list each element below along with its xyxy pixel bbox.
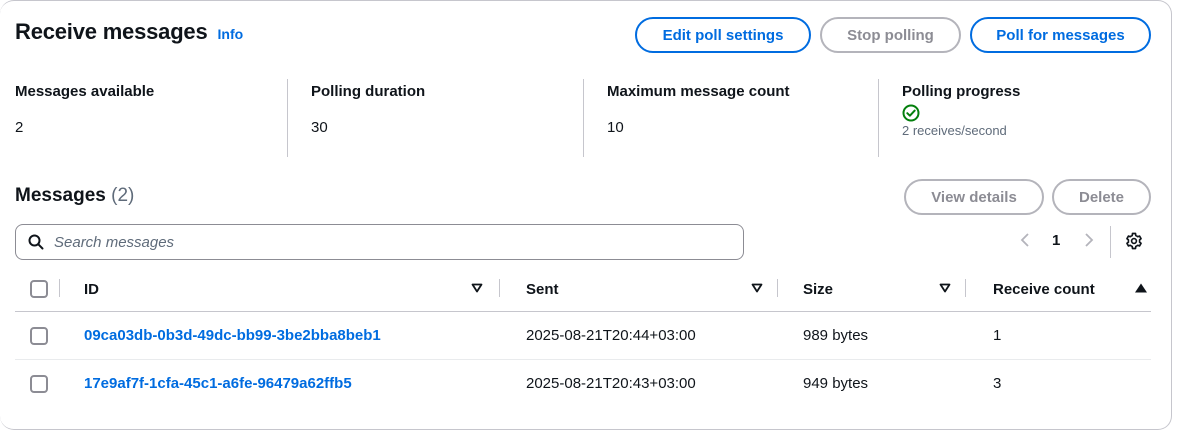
page-title: Receive messages (15, 19, 208, 44)
sent-cell: 2025-08-21T20:43+03:00 (526, 375, 696, 392)
message-id-cell: 09ca03db-0b3d-49dc-bb99-3be2bba8beb1 (83, 311, 525, 360)
stat-label: Polling progress (902, 83, 1021, 100)
chevron-left-icon[interactable] (1019, 232, 1031, 248)
pagination-divider (1110, 226, 1111, 258)
column-header-label: Sent (526, 280, 559, 298)
stat-polling-duration: Polling duration 30 (311, 79, 425, 157)
stat-divider (583, 79, 584, 157)
row-checkbox[interactable] (30, 326, 48, 345)
info-link[interactable]: Info (218, 26, 244, 42)
table-row[interactable]: 09ca03db-0b3d-49dc-bb99-3be2bba8beb1 202… (15, 311, 1151, 360)
column-header-label: Size (803, 280, 834, 298)
column-divider (59, 279, 60, 297)
receive-count-cell: 1 (992, 311, 1151, 360)
search-icon (28, 234, 44, 250)
delete-button[interactable]: Delete (1052, 179, 1151, 215)
header-select-cell (15, 267, 83, 312)
stat-divider (287, 79, 288, 157)
gear-icon[interactable] (1125, 232, 1143, 250)
polling-stats: Messages available 2 Polling duration 30… (0, 79, 1172, 157)
search-input[interactable] (52, 232, 706, 252)
size-cell: 989 bytes (802, 311, 992, 360)
stat-maximum-message-count: Maximum message count 10 (607, 79, 790, 157)
sort-down-icon[interactable] (751, 283, 763, 293)
stat-label: Polling duration (311, 83, 426, 100)
polling-progress-rate: 2 receives/second (902, 123, 1007, 138)
sent-cell: 2025-08-21T20:44+03:00 (525, 311, 802, 360)
messages-heading: Messages (2) (15, 185, 134, 207)
messages-table: ID Sent Size Receive count 09ca03db-0b3d… (15, 267, 1151, 407)
column-receive-count[interactable]: Receive count (992, 267, 1151, 312)
sort-up-icon[interactable] (1135, 283, 1147, 293)
row-select-cell (15, 360, 83, 408)
stat-value: 10 (607, 119, 624, 136)
row-select-cell (15, 311, 83, 360)
receive-count-cell: 3 (993, 375, 1002, 392)
column-sent[interactable]: Sent (525, 267, 802, 312)
column-size[interactable]: Size (802, 267, 992, 312)
row-checkbox[interactable] (30, 374, 48, 393)
select-all-checkbox[interactable] (30, 280, 48, 299)
stat-polling-progress: Polling progress 2 receives/second (902, 79, 1020, 157)
edit-poll-settings-button[interactable]: Edit poll settings (635, 17, 811, 53)
stat-value: 30 (311, 119, 328, 136)
view-details-button[interactable]: View details (904, 179, 1044, 215)
stop-polling-button[interactable]: Stop polling (820, 17, 961, 53)
messages-title: Messages (15, 185, 106, 206)
table-header-row: ID Sent Size Receive count (15, 267, 1151, 312)
sort-down-icon[interactable] (939, 283, 951, 293)
stat-divider (878, 79, 879, 157)
stat-value: 2 (15, 119, 24, 136)
stat-label: Maximum message count (607, 83, 790, 100)
message-id-cell: 17e9af7f-1cfa-45c1-a6fe-96479a62ffb5 (83, 360, 525, 408)
column-divider (965, 279, 966, 297)
message-id-link[interactable]: 17e9af7f-1cfa-45c1-a6fe-96479a62ffb5 (84, 375, 352, 392)
receive-messages-panel: Receive messages Info Edit poll settings… (0, 0, 1172, 430)
column-id[interactable]: ID (83, 267, 525, 312)
messages-count: (2) (111, 185, 135, 206)
column-header-label: Receive count (993, 280, 1095, 298)
current-page-number[interactable]: 1 (1052, 232, 1060, 249)
stat-messages-available: Messages available 2 (15, 79, 154, 157)
check-circle-icon (902, 104, 920, 122)
table-row[interactable]: 17e9af7f-1cfa-45c1-a6fe-96479a62ffb5 202… (15, 360, 1151, 408)
column-header-label: ID (84, 280, 99, 298)
stat-label: Messages available (15, 83, 155, 100)
sort-down-icon[interactable] (471, 283, 483, 293)
panel-header: Receive messages Info (15, 19, 243, 45)
poll-for-messages-button[interactable]: Poll for messages (970, 17, 1151, 53)
chevron-right-icon[interactable] (1083, 232, 1095, 248)
column-divider (499, 279, 500, 297)
search-box[interactable] (15, 224, 744, 260)
size-cell: 949 bytes (803, 375, 869, 392)
message-id-link[interactable]: 09ca03db-0b3d-49dc-bb99-3be2bba8beb1 (84, 327, 381, 344)
column-divider (777, 279, 778, 297)
